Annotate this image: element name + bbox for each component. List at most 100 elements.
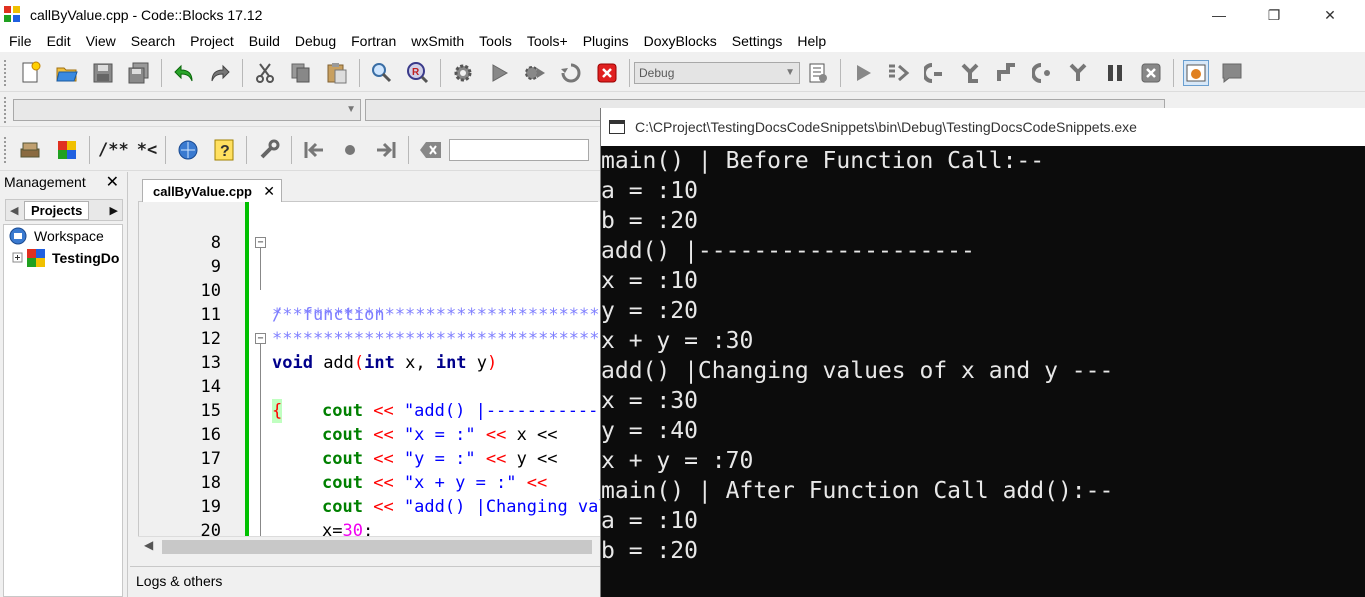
menu-plugins[interactable]: Plugins bbox=[576, 33, 637, 49]
find-icon[interactable] bbox=[369, 60, 395, 86]
toolbar-grip[interactable] bbox=[4, 59, 8, 86]
menu-view[interactable]: View bbox=[79, 33, 124, 49]
console-line: b = :20 bbox=[601, 538, 698, 564]
code-line: 14 cout << "add() |-------------- bbox=[139, 351, 600, 421]
clear-search-icon[interactable] bbox=[418, 137, 444, 163]
next-line-icon[interactable] bbox=[922, 60, 948, 86]
menu-bar: File Edit View Search Project Build Debu… bbox=[0, 30, 1365, 52]
code-line: 9 − /***********************************… bbox=[139, 231, 600, 325]
management-title-text: Management bbox=[4, 174, 86, 190]
minimize-button[interactable]: — bbox=[1196, 0, 1242, 30]
menu-fortran[interactable]: Fortran bbox=[344, 33, 404, 49]
debug-windows-icon[interactable] bbox=[1183, 59, 1209, 86]
build-target-select[interactable]: Debug ▼ bbox=[634, 61, 800, 84]
debug-info-icon[interactable] bbox=[1219, 60, 1245, 86]
menu-doxyblocks[interactable]: DoxyBlocks bbox=[637, 33, 725, 49]
toolbar-grip[interactable] bbox=[4, 96, 8, 123]
scroll-left-icon[interactable]: ◀ bbox=[144, 538, 153, 552]
console-title-bar: C:\CProject\TestingDocsCodeSnippets\bin\… bbox=[601, 108, 1365, 146]
menu-tools-plus[interactable]: Tools+ bbox=[520, 33, 576, 49]
code-editor[interactable]: 8 9 − /*********************************… bbox=[138, 202, 600, 536]
redo-icon[interactable] bbox=[207, 60, 233, 86]
build-and-run-icon[interactable] bbox=[522, 60, 548, 86]
show-select-target-icon[interactable] bbox=[805, 60, 831, 86]
step-into-icon[interactable] bbox=[958, 60, 984, 86]
console-line: add() |Changing values of x and y --- bbox=[601, 358, 1114, 384]
new-file-icon[interactable] bbox=[18, 60, 44, 86]
tab-callbyvalue[interactable]: callByValue.cpp ✕ bbox=[142, 179, 282, 202]
console-line: main() | Before Function Call:-- bbox=[601, 148, 1045, 174]
paste-icon[interactable] bbox=[324, 60, 350, 86]
html-docs-icon[interactable] bbox=[175, 137, 201, 163]
incremental-search-input[interactable] bbox=[449, 138, 590, 161]
code-line: 19 x=30; bbox=[139, 471, 600, 536]
tab-scroll-right-icon[interactable]: ▶ bbox=[110, 204, 118, 217]
tree-item-workspace[interactable]: Workspace bbox=[4, 225, 122, 247]
code-line: 13 − { bbox=[139, 327, 600, 423]
console-window[interactable]: C:\CProject\TestingDocsCodeSnippets\bin\… bbox=[600, 108, 1365, 597]
jump-forward-icon[interactable] bbox=[373, 137, 399, 163]
replace-icon[interactable]: R bbox=[405, 60, 431, 86]
extra-toolbar: /** *< ? bbox=[0, 129, 600, 171]
toolbar-separator bbox=[440, 58, 441, 87]
console-line: x + y = :30 bbox=[601, 328, 754, 354]
extract-docs-icon[interactable] bbox=[54, 137, 80, 163]
stop-debugger-icon[interactable] bbox=[1138, 60, 1164, 86]
save-icon[interactable] bbox=[90, 60, 116, 86]
scrollbar-thumb[interactable] bbox=[162, 540, 592, 554]
debug-continue-icon[interactable] bbox=[850, 60, 876, 86]
rebuild-icon[interactable] bbox=[558, 60, 584, 86]
menu-help[interactable]: Help bbox=[790, 33, 834, 49]
code-line: 11 *************************************… bbox=[139, 279, 600, 349]
bookmark-dot-icon[interactable] bbox=[337, 137, 363, 163]
step-out-icon[interactable] bbox=[994, 60, 1020, 86]
code-line: 20 y=40; bbox=[139, 495, 600, 536]
code-line: 8 bbox=[139, 207, 600, 253]
menu-build[interactable]: Build bbox=[242, 33, 288, 49]
tab-scroll-left-icon[interactable]: ◀ bbox=[10, 204, 18, 217]
maximize-button[interactable]: ❐ bbox=[1251, 0, 1297, 30]
step-into-instruction-icon[interactable] bbox=[1066, 60, 1092, 86]
menu-settings[interactable]: Settings bbox=[725, 33, 791, 49]
menu-file[interactable]: File bbox=[2, 33, 40, 49]
run-to-cursor-icon[interactable] bbox=[886, 60, 912, 86]
menu-debug[interactable]: Debug bbox=[288, 33, 344, 49]
abort-icon[interactable] bbox=[594, 60, 620, 86]
insert-doxy-comment-button[interactable]: /** bbox=[98, 140, 129, 160]
insert-line-comment-button[interactable]: *< bbox=[137, 140, 157, 160]
jump-back-icon[interactable] bbox=[301, 137, 327, 163]
copy-icon[interactable] bbox=[288, 60, 314, 86]
menu-edit[interactable]: Edit bbox=[40, 33, 79, 49]
close-button[interactable]: ✕ bbox=[1307, 0, 1353, 30]
editor-tab-strip: callByValue.cpp ✕ bbox=[138, 172, 598, 202]
project-tree: Workspace TestingDo bbox=[3, 224, 123, 597]
code-line: 15 cout << "x = :" << x << bbox=[139, 375, 600, 445]
expand-plus-icon[interactable] bbox=[12, 252, 24, 264]
save-all-icon[interactable] bbox=[126, 60, 152, 86]
menu-search[interactable]: Search bbox=[124, 33, 183, 49]
main-toolbar: R Debug ▼ bbox=[0, 54, 1365, 92]
menu-tools[interactable]: Tools bbox=[472, 33, 520, 49]
tools-wrench-icon[interactable] bbox=[256, 137, 282, 163]
undo-icon[interactable] bbox=[171, 60, 197, 86]
toolbar-grip[interactable] bbox=[4, 136, 8, 163]
scope-select[interactable]: ▼ bbox=[13, 98, 361, 121]
editor-horizontal-scrollbar[interactable]: ◀ bbox=[138, 536, 600, 556]
cut-icon[interactable] bbox=[252, 60, 278, 86]
tab-projects[interactable]: Projects bbox=[24, 200, 90, 220]
doxywizard-icon[interactable] bbox=[18, 137, 44, 163]
pause-icon[interactable] bbox=[1102, 60, 1128, 86]
tree-item-project[interactable]: TestingDo bbox=[4, 247, 122, 269]
build-gear-icon[interactable] bbox=[450, 60, 476, 86]
menu-project[interactable]: Project bbox=[183, 33, 242, 49]
tab-close-icon[interactable]: ✕ bbox=[263, 183, 275, 200]
help-icon[interactable]: ? bbox=[211, 137, 237, 163]
run-icon[interactable] bbox=[486, 60, 512, 86]
open-folder-icon[interactable] bbox=[54, 60, 80, 86]
management-close-icon[interactable]: ✕ bbox=[106, 172, 119, 192]
fold-toggle-icon[interactable]: − bbox=[255, 237, 266, 248]
menu-wxsmith[interactable]: wxSmith bbox=[404, 33, 472, 49]
fold-toggle-icon[interactable]: − bbox=[255, 333, 266, 344]
console-line: a = :10 bbox=[601, 508, 698, 534]
next-instruction-icon[interactable] bbox=[1030, 60, 1056, 86]
